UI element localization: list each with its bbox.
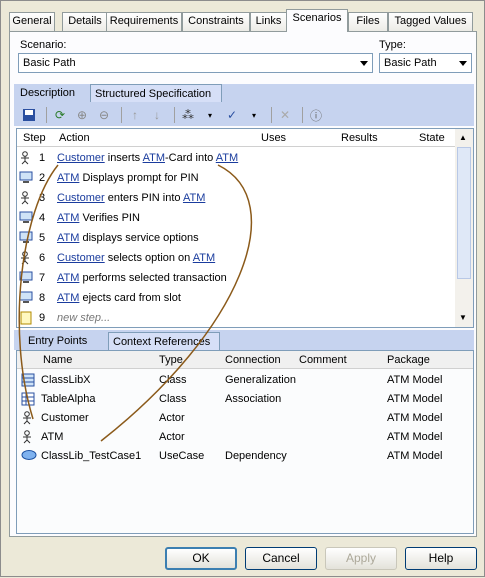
ok-button[interactable]: OK <box>165 547 237 570</box>
tab-scenarios[interactable]: Scenarios <box>286 9 348 32</box>
customer-link-curve <box>18 164 59 420</box>
annotation-curves <box>18 164 253 442</box>
help-button[interactable]: Help <box>405 547 477 570</box>
apply-button[interactable]: Apply <box>325 547 397 570</box>
cancel-button[interactable]: Cancel <box>245 547 317 570</box>
atm-link-curve <box>100 164 253 442</box>
properties-dialog: General Details Requirements Constraints… <box>0 0 485 577</box>
